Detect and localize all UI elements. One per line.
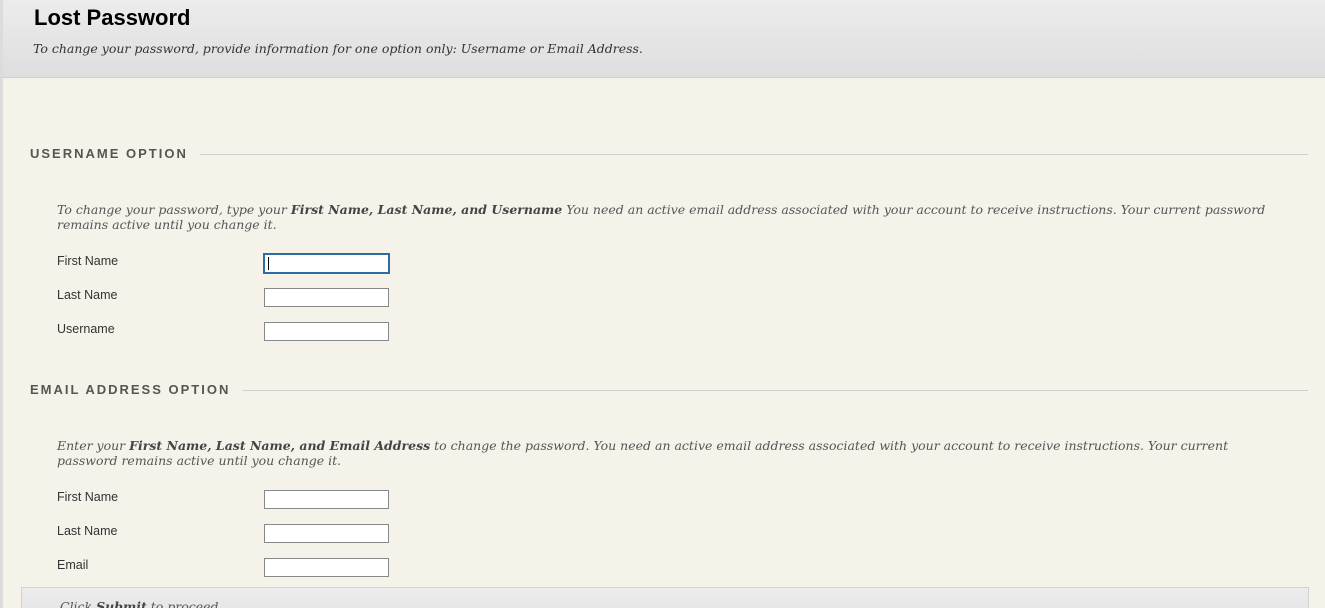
page-title: Lost Password	[34, 5, 191, 30]
email-option-instructions: Enter your First Name, Last Name, and Em…	[57, 438, 1282, 468]
username-username-input[interactable]	[264, 322, 389, 341]
email-first-name-label: First Name	[57, 490, 119, 504]
username-option-divider	[199, 153, 1308, 155]
submit-instructions: Click Submit to proceed.	[60, 599, 223, 608]
username-first-name-label: First Name	[57, 254, 119, 268]
submit-bold: Submit	[96, 599, 147, 608]
email-instructions-bold: First Name, Last Name, and Email Address	[129, 438, 431, 453]
page-header: Lost Password To change your password, p…	[3, 0, 1325, 78]
email-first-name-input[interactable]	[264, 490, 389, 509]
email-email-label: Email	[57, 558, 89, 572]
email-option-heading: EMAIL ADDRESS OPTION	[30, 382, 1308, 398]
submit-prefix: Click	[60, 599, 97, 608]
username-instructions-bold: First Name, Last Name, and Username	[290, 202, 563, 217]
email-last-name-label: Last Name	[57, 524, 118, 538]
text-cursor	[268, 257, 269, 270]
username-last-name-label: Last Name	[57, 288, 118, 302]
lost-password-page: Lost Password To change your password, p…	[0, 0, 1325, 608]
left-edge-border	[0, 0, 3, 608]
submit-suffix: to proceed.	[146, 599, 223, 608]
username-first-name-input[interactable]	[263, 253, 390, 274]
username-option-heading-label: USERNAME OPTION	[30, 146, 188, 161]
email-instructions-prefix: Enter your	[57, 438, 130, 453]
username-last-name-input[interactable]	[264, 288, 389, 307]
username-username-label: Username	[57, 322, 115, 336]
submit-bar: Click Submit to proceed.	[21, 587, 1309, 608]
username-option-heading: USERNAME OPTION	[30, 146, 1308, 162]
username-instructions-prefix: To change your password, type your	[57, 202, 291, 217]
email-last-name-input[interactable]	[264, 524, 389, 543]
email-option-divider	[242, 389, 1308, 391]
email-option-heading-label: EMAIL ADDRESS OPTION	[30, 382, 231, 397]
username-option-instructions: To change your password, type your First…	[57, 202, 1282, 232]
page-subtitle: To change your password, provide informa…	[33, 41, 643, 56]
email-email-input[interactable]	[264, 558, 389, 577]
